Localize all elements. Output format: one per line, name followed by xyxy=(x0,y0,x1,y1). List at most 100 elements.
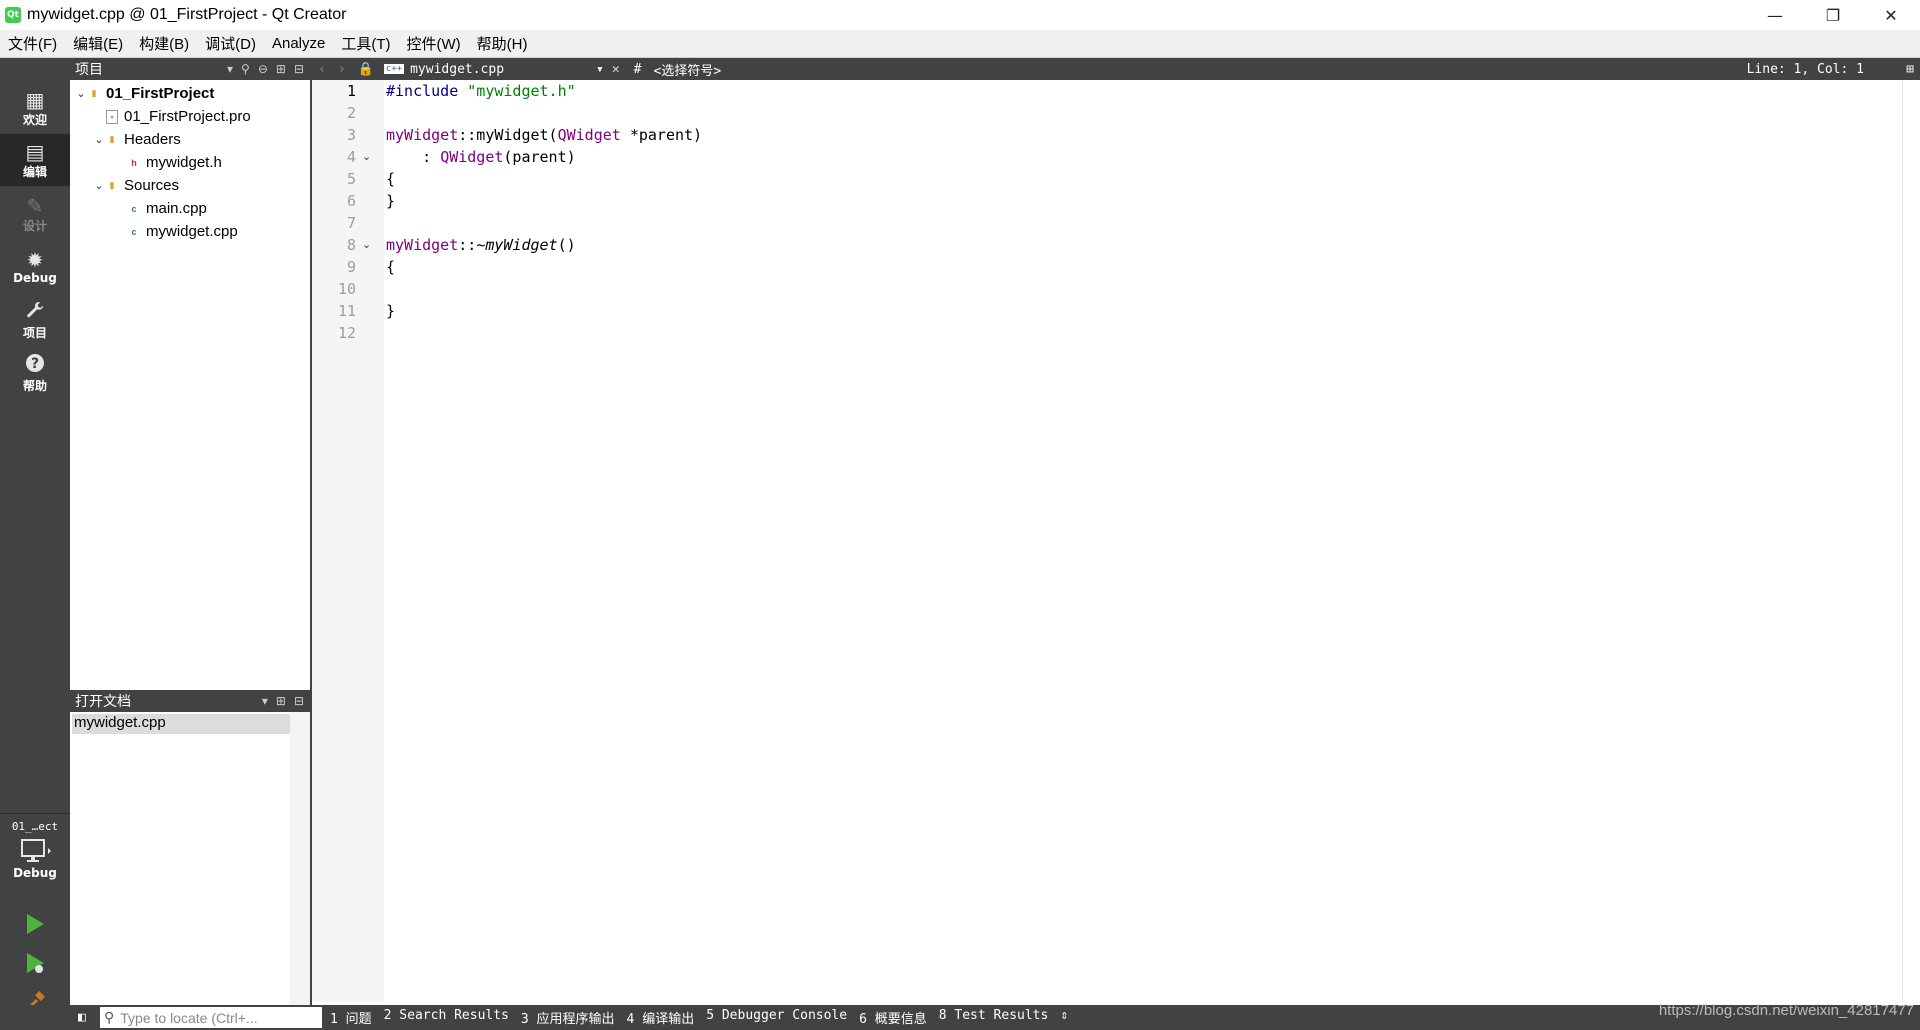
tree-item-sources[interactable]: ⌄ ▮ Sources xyxy=(92,174,179,197)
open-docs-title[interactable]: 打开文档 xyxy=(75,691,262,711)
close-document-icon[interactable]: ✕ xyxy=(612,62,620,77)
line-number: 7 xyxy=(346,214,356,232)
mode-debug[interactable]: ✹ Debug xyxy=(0,241,70,293)
fold-chevron-icon[interactable]: ⌄ xyxy=(362,234,371,256)
tab-issues[interactable]: 1 问题 xyxy=(330,1008,372,1027)
menu-help[interactable]: 帮助(H) xyxy=(469,33,536,54)
split-icon[interactable]: ⊞ xyxy=(1906,62,1914,77)
code-line: myWidget::myWidget(QWidget *parent) xyxy=(386,126,703,144)
tab-general-messages[interactable]: 6 概要信息 xyxy=(859,1008,927,1027)
dropdown-icon[interactable]: ▾ xyxy=(262,694,268,708)
chevron-down-icon[interactable]: ⌄ xyxy=(92,133,106,146)
locator-input[interactable]: ⚲ Type to locate (Ctrl+... xyxy=(100,1007,322,1028)
tree-item-label: Headers xyxy=(124,131,181,148)
code-line: myWidget::~myWidget() xyxy=(386,236,576,254)
line-number: 3 xyxy=(346,126,356,144)
cursor-position[interactable]: Line: 1, Col: 1 xyxy=(1747,62,1864,77)
lock-icon: 🔒 xyxy=(357,61,374,77)
fold-chevron-icon[interactable]: ⌄ xyxy=(362,146,371,168)
symbol-hash: # xyxy=(633,61,642,77)
open-docs-header: 打开文档 ▾ ⊞ ⊟ xyxy=(70,690,310,712)
menu-bar: 文件(F) 编辑(E) 构建(B) 调试(D) Analyze 工具(T) 控件… xyxy=(0,30,1920,58)
tab-search-results[interactable]: 2 Search Results xyxy=(384,1008,509,1027)
tabs-more-icon[interactable]: ⇕ xyxy=(1060,1008,1068,1027)
code-line: { xyxy=(386,258,396,276)
chevron-down-icon: ▾ xyxy=(596,61,604,77)
title-bar: Qt mywidget.cpp @ 01_FirstProject - Qt C… xyxy=(0,0,1920,30)
open-doc-item[interactable]: mywidget.cpp xyxy=(72,714,290,734)
tree-item-label: mywidget.h xyxy=(146,154,222,171)
tab-application-output[interactable]: 3 应用程序输出 xyxy=(521,1008,615,1027)
menu-widgets[interactable]: 控件(W) xyxy=(399,33,469,54)
project-folder-icon: ▮ xyxy=(91,88,97,98)
code-editor[interactable]: #include "mywidget.h" myWidget::myWidget… xyxy=(386,80,1900,1002)
dropdown-icon[interactable]: ▾ xyxy=(227,62,233,76)
chevron-down-icon[interactable]: ⌄ xyxy=(92,179,106,192)
forward-icon[interactable]: › xyxy=(338,62,346,77)
tree-item-project[interactable]: ⌄ ▮ 01_FirstProject xyxy=(74,82,214,105)
minimize-button[interactable]: — xyxy=(1746,0,1804,30)
symbol-selector[interactable]: <选择符号> xyxy=(654,60,722,79)
tree-item-mywidget-h[interactable]: h mywidget.h xyxy=(114,151,222,174)
maximize-button[interactable]: ❐ xyxy=(1804,0,1862,30)
menu-build[interactable]: 构建(B) xyxy=(131,33,197,54)
bug-icon: ✹ xyxy=(26,248,44,272)
link-icon[interactable]: ⊖ xyxy=(258,62,268,76)
close-panel-icon[interactable]: ⊟ xyxy=(294,62,304,76)
menu-file[interactable]: 文件(F) xyxy=(0,33,65,54)
mode-help[interactable]: ? 帮助 xyxy=(0,347,70,399)
mode-design[interactable]: ✎ 设计 xyxy=(0,188,70,240)
cpp-file-icon: c++ xyxy=(383,64,405,74)
open-docs-list: mywidget.cpp xyxy=(70,712,310,1005)
tab-compile-output[interactable]: 4 编译输出 xyxy=(627,1008,695,1027)
toggle-sidebar-icon[interactable]: ◧ xyxy=(78,1010,86,1025)
cpp-file-icon: c xyxy=(131,226,137,237)
code-line: } xyxy=(386,302,396,320)
menu-debug[interactable]: 调试(D) xyxy=(197,33,264,54)
document-selector[interactable]: c++ mywidget.cpp ▾ xyxy=(383,61,604,77)
menu-tools[interactable]: 工具(T) xyxy=(333,33,398,54)
line-number: 11 xyxy=(337,302,356,320)
mode-projects[interactable]: 项目 xyxy=(0,294,70,346)
help-icon: ? xyxy=(25,353,45,377)
search-icon: ⚲ xyxy=(104,1009,115,1025)
close-panel-icon[interactable]: ⊟ xyxy=(294,694,304,708)
output-pane-bar: ◧ ⚲ Type to locate (Ctrl+... 1 问题 2 Sear… xyxy=(0,1005,1920,1030)
tree-item-label: mywidget.cpp xyxy=(146,223,238,240)
sources-folder-icon: ▮ xyxy=(109,180,115,190)
kit-selector[interactable]: Debug xyxy=(0,838,70,898)
output-tabs: 1 问题 2 Search Results 3 应用程序输出 4 编译输出 5 … xyxy=(330,1008,1068,1027)
mode-edit[interactable]: ▤ 编辑 xyxy=(0,134,70,186)
close-button[interactable]: ✕ xyxy=(1862,0,1920,30)
tab-debugger-console[interactable]: 5 Debugger Console xyxy=(706,1008,847,1027)
tree-item-mywidget-cpp[interactable]: c mywidget.cpp xyxy=(114,220,238,243)
editor-scrollbar[interactable] xyxy=(1902,80,1920,1002)
qt-creator-logo-icon: Qt xyxy=(5,7,21,23)
kit-config-label: Debug xyxy=(13,866,57,880)
mode-label: 设计 xyxy=(22,218,47,233)
debug-run-button[interactable] xyxy=(0,945,70,981)
header-file-icon: h xyxy=(131,157,137,168)
tree-item-headers[interactable]: ⌄ ▮ Headers xyxy=(92,128,181,151)
scrollbar[interactable] xyxy=(290,712,310,1005)
tree-item-label: 01_FirstProject xyxy=(106,85,215,102)
menu-edit[interactable]: 编辑(E) xyxy=(65,33,131,54)
tree-item-pro-file[interactable]: ▪ 01_FirstProject.pro xyxy=(92,105,251,128)
menu-analyze[interactable]: Analyze xyxy=(264,35,333,52)
code-line: } xyxy=(386,192,396,210)
monitor-icon xyxy=(21,839,51,862)
tree-item-main-cpp[interactable]: c main.cpp xyxy=(114,197,206,220)
back-icon[interactable]: ‹ xyxy=(318,62,326,77)
debug-run-icon xyxy=(27,953,44,973)
split-icon[interactable]: ⊞ xyxy=(276,694,286,708)
tab-test-results[interactable]: 8 Test Results xyxy=(939,1008,1049,1027)
cpp-file-icon: c xyxy=(131,203,137,214)
mode-label: 项目 xyxy=(22,325,47,340)
filter-icon[interactable]: ⚲ xyxy=(241,62,250,76)
split-icon[interactable]: ⊞ xyxy=(276,62,286,76)
mode-welcome[interactable]: ▦ 欢迎 xyxy=(0,82,70,134)
project-panel-title[interactable]: 项目 xyxy=(75,59,227,79)
chevron-down-icon[interactable]: ⌄ xyxy=(74,87,88,100)
line-number: 6 xyxy=(346,192,356,210)
run-button[interactable] xyxy=(0,906,70,942)
